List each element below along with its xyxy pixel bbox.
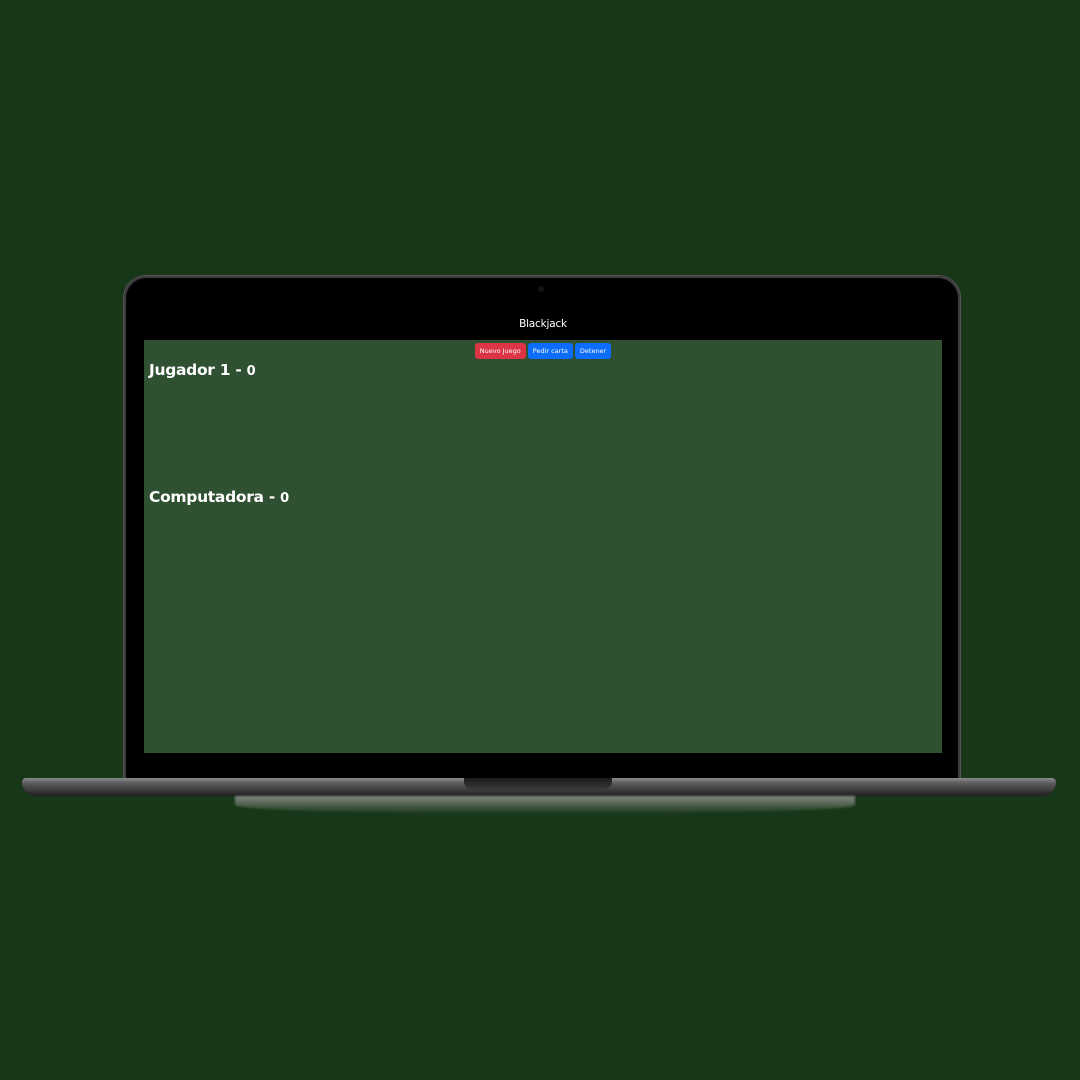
computer-name: Computadora (149, 488, 264, 506)
computer-cards-area (149, 512, 929, 602)
hit-button[interactable]: Pedir carta (527, 343, 573, 359)
player-score: 0 (246, 364, 256, 379)
mockup-background: Blackjack Nuevo Juego Pedir carta Detene… (0, 0, 1080, 1080)
player-separator: - (230, 361, 247, 379)
app-screen: Blackjack Nuevo Juego Pedir carta Detene… (144, 307, 942, 753)
navbar: Blackjack (144, 307, 942, 340)
laptop-chin (127, 753, 957, 778)
laptop-shadow (235, 796, 855, 814)
laptop-notch (464, 778, 612, 790)
camera-icon (538, 286, 544, 292)
computer-score: 0 (280, 491, 289, 506)
computer-heading: Computadora - 0 (149, 488, 289, 506)
player-heading: Jugador 1 - 0 (149, 361, 256, 379)
stand-button[interactable]: Detener (574, 343, 612, 359)
player-cards-area (149, 385, 929, 475)
new-game-button[interactable]: Nuevo Juego (474, 343, 526, 359)
computer-separator: - (263, 488, 281, 506)
app-title: Blackjack (519, 317, 567, 330)
game-controls: Nuevo Juego Pedir carta Detener (144, 343, 942, 359)
player-name: Jugador 1 (149, 361, 231, 379)
